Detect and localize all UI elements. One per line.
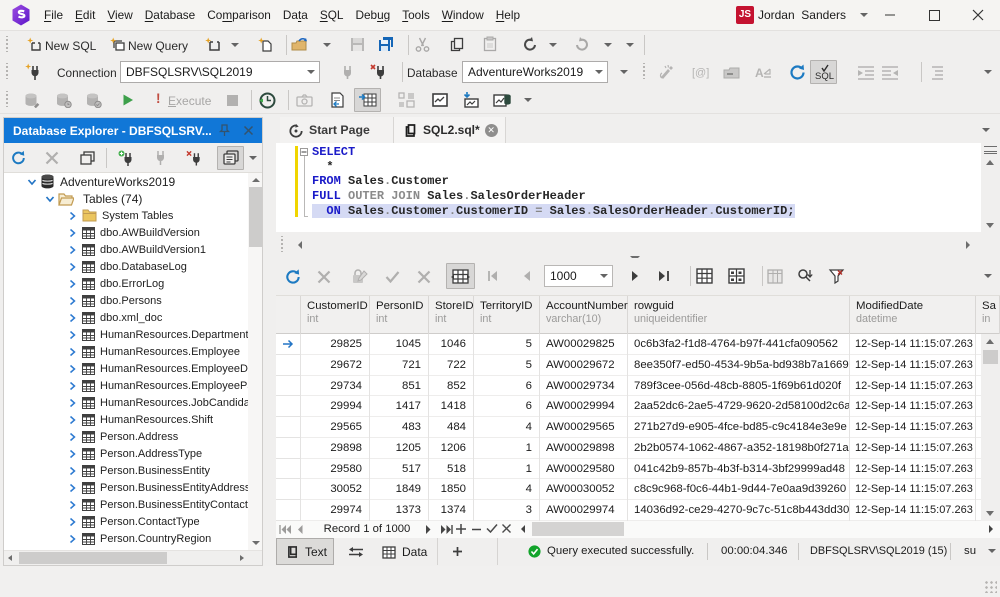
svg-text:SQL: SQL [815,71,834,81]
svg-text:A: A [755,66,764,79]
svg-text:[@]: [@] [692,67,709,79]
